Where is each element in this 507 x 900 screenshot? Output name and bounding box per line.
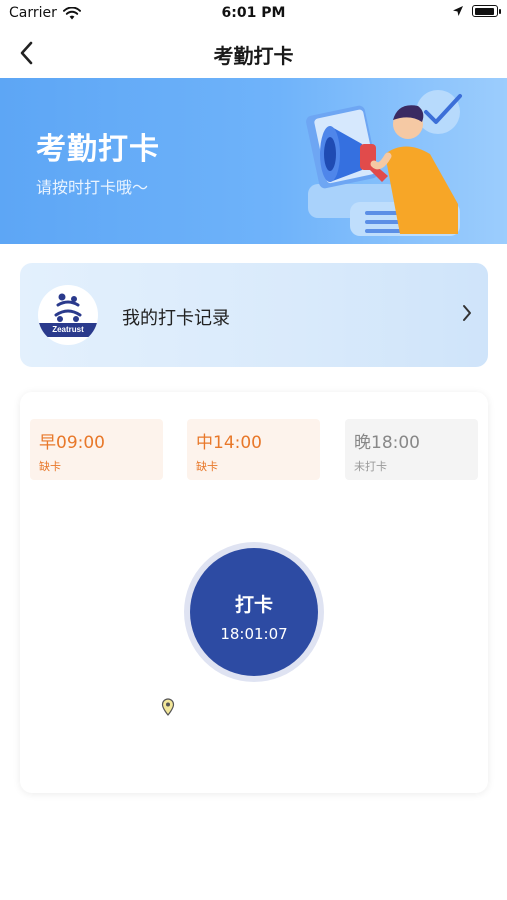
clock: 6:01 PM (221, 5, 286, 21)
punch-time: 18:01:07 (220, 625, 288, 643)
slot-noon: 中14:00 缺卡 (187, 419, 320, 480)
record-label: 我的打卡记录 (122, 308, 230, 329)
slot-time: 早09:00 (39, 433, 105, 453)
nav-bar: 考勤打卡 (0, 28, 507, 78)
slot-morning: 早09:00 缺卡 (30, 419, 163, 480)
chevron-right-icon (463, 305, 471, 321)
status-right-group (452, 5, 501, 17)
banner-subtitle: 请按时打卡哦～ (36, 178, 149, 197)
banner-title: 考勤打卡 (36, 132, 160, 167)
slot-status: 未打卡 (354, 460, 387, 473)
page-title: 考勤打卡 (213, 44, 294, 68)
slot-status: 缺卡 (196, 460, 218, 473)
megaphone-illustration (306, 90, 462, 236)
punch-label: 打卡 (234, 594, 273, 616)
location-pin-icon (161, 698, 175, 716)
attendance-banner: 考勤打卡 请按时打卡哦～ (0, 78, 507, 244)
company-logo: Zeatrust (38, 285, 98, 345)
punch-card: 早09:00 缺卡 中14:00 缺卡 晚18:00 未打卡 打卡 18:01:… (20, 392, 488, 793)
slot-status: 缺卡 (39, 460, 61, 473)
status-bar: Carrier 6:01 PM (0, 0, 507, 28)
slot-time: 中14:00 (196, 433, 262, 453)
punch-button-inner[interactable]: 打卡 18:01:07 (190, 548, 318, 676)
battery-icon (472, 5, 501, 17)
slot-evening: 晚18:00 未打卡 (345, 419, 478, 480)
location-arrow-icon (453, 6, 463, 16)
slot-time: 晚18:00 (354, 433, 420, 453)
punch-button[interactable]: 打卡 18:01:07 (184, 542, 324, 682)
logo-wordmark: Zeatrust (38, 323, 98, 337)
attendance-record-card[interactable]: Zeatrust 我的打卡记录 (20, 263, 488, 367)
